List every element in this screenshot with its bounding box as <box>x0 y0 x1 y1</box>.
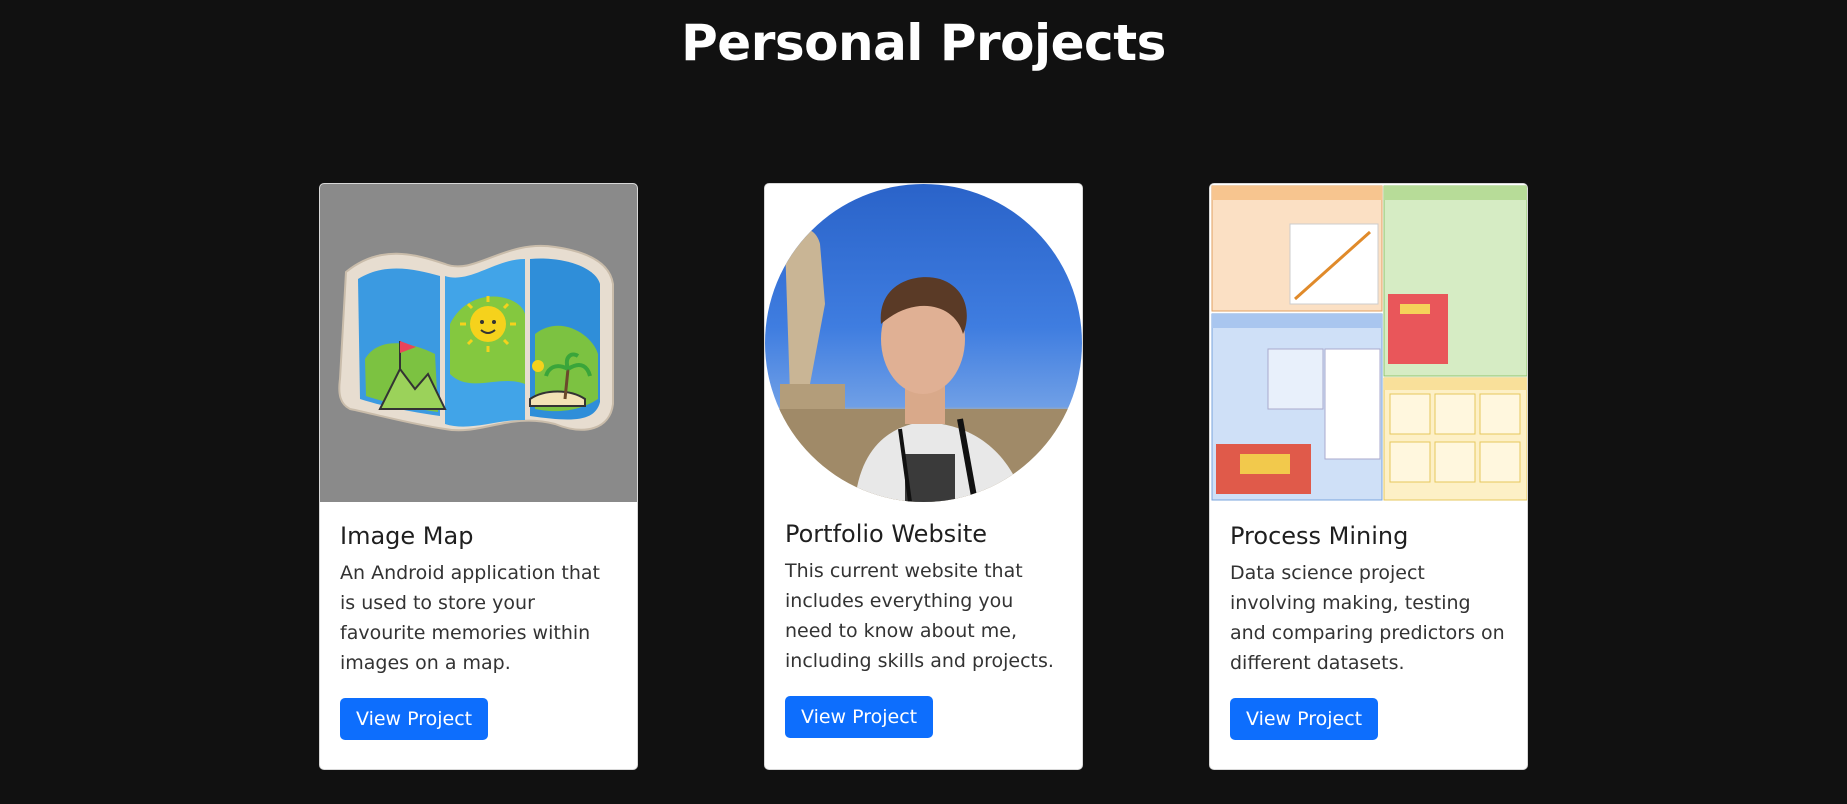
project-description: An Android application that is used to s… <box>340 562 601 674</box>
project-description: Data science project involving making, t… <box>1230 562 1505 674</box>
research-poster-image <box>1210 184 1527 502</box>
view-project-button[interactable]: View Project <box>785 696 934 738</box>
project-title: Image Map <box>340 522 474 550</box>
project-title: Portfolio Website <box>785 520 988 548</box>
view-project-button[interactable]: View Project <box>340 698 489 740</box>
project-description: This current website that includes every… <box>785 560 1054 672</box>
view-project-button[interactable]: View Project <box>1230 698 1379 740</box>
project-title: Process Mining <box>1230 522 1409 550</box>
project-card-portfolio-website: Portfolio Website This current website t… <box>764 183 1083 770</box>
folded-map-icon <box>338 244 614 432</box>
project-card-process-mining: Process Mining Data science project invo… <box>1209 183 1528 770</box>
page-title: Personal Projects <box>681 14 1166 72</box>
portrait-photo <box>765 184 1082 502</box>
map-illustration <box>320 184 637 502</box>
project-card-image-map: Image Map An Android application that is… <box>319 183 638 770</box>
person-silhouette-icon <box>765 229 1082 502</box>
profile-avatar <box>765 184 1082 502</box>
poster-thumbnail-icon <box>1210 184 1527 502</box>
